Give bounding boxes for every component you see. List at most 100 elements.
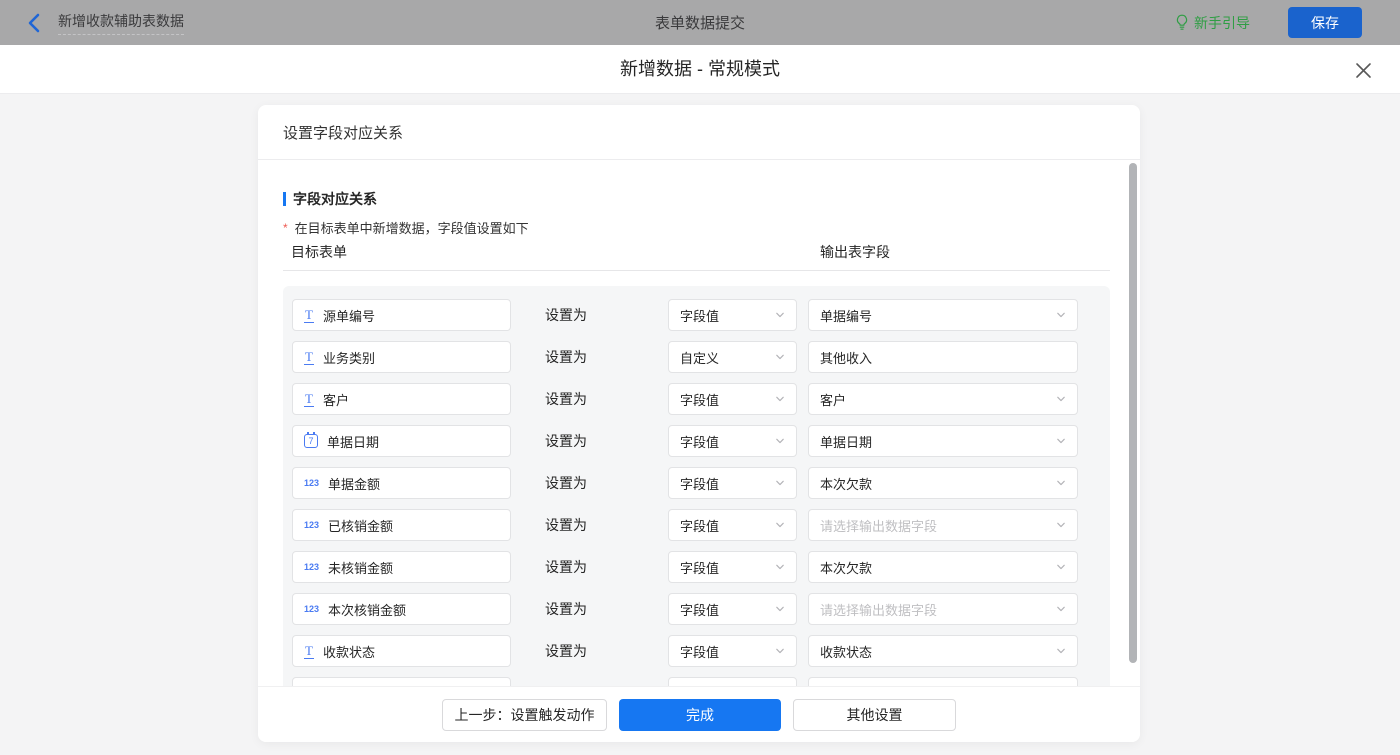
- chevron-down-icon: [1056, 520, 1066, 530]
- value-mode-select[interactable]: 字段值: [668, 467, 797, 499]
- number-field-icon: 123: [304, 520, 320, 530]
- value-mode-selected: 字段值: [680, 392, 720, 408]
- card-footer: 上一步：设置触发动作 完成 其他设置: [258, 686, 1140, 742]
- back-button[interactable]: [22, 12, 44, 34]
- output-field-select[interactable]: 本次欠款: [808, 467, 1078, 499]
- output-field-selected: 请选择输出数据字段: [820, 518, 938, 534]
- required-asterisk: *: [283, 220, 288, 235]
- value-mode-select[interactable]: 字段值: [668, 593, 797, 625]
- other-settings-button[interactable]: 其他设置: [793, 698, 956, 731]
- lightbulb-icon: [1176, 14, 1188, 30]
- chevron-down-icon: [775, 352, 785, 362]
- section-note-text: 在目标表单中新增数据，字段值设置如下: [294, 221, 529, 236]
- modal-title: 新增数据 - 常规模式: [620, 59, 780, 79]
- column-header-output-fields: 输出表字段: [820, 244, 890, 260]
- target-field-label: 单据日期: [327, 434, 380, 450]
- number-field-icon: 123: [304, 478, 320, 488]
- field-mapping-rows: T 源单编号 设置为 字段值 单据编号 T 业务类别 设置为 自定义 其他收入 …: [283, 286, 1110, 686]
- output-field-select[interactable]: 本次欠款: [808, 551, 1078, 583]
- target-field-box: 123 单据金额: [292, 467, 511, 499]
- date-field-icon: 7: [304, 432, 318, 448]
- output-field-selected: 请选择输出数据字段: [820, 602, 938, 618]
- target-field-label: 未核销金额: [328, 560, 394, 576]
- output-field-select[interactable]: 客户: [808, 383, 1078, 415]
- output-field-select[interactable]: 收款状态: [808, 635, 1078, 667]
- set-as-label: 设置为: [545, 307, 587, 323]
- close-icon: [1355, 62, 1371, 78]
- value-mode-select[interactable]: 字段值: [668, 635, 797, 667]
- set-as-label: 设置为: [545, 559, 587, 575]
- value-mode-select[interactable]: 字段值: [668, 425, 797, 457]
- value-mode-select[interactable]: 字段值: [668, 551, 797, 583]
- number-field-icon: 123: [304, 562, 320, 572]
- output-field-select[interactable]: [808, 677, 1078, 686]
- chevron-down-icon: [1056, 646, 1066, 656]
- section-accent-bar: [283, 192, 286, 206]
- beginner-guide-button[interactable]: 新手引导: [1175, 13, 1250, 33]
- set-as-label: 设置为: [545, 643, 587, 659]
- output-field-select[interactable]: 请选择输出数据字段: [808, 509, 1078, 541]
- output-field-selected: 客户: [820, 392, 847, 408]
- set-as-label: 设置为: [545, 349, 587, 365]
- chevron-down-icon: [1056, 310, 1066, 320]
- table-row: 7 单据日期 设置为 字段值 单据日期: [292, 425, 1110, 457]
- text-field-icon: T: [304, 306, 314, 323]
- table-row: 123 单据金额 设置为 字段值 本次欠款: [292, 467, 1110, 499]
- save-button[interactable]: 保存: [1288, 7, 1362, 38]
- chevron-down-icon: [775, 646, 785, 656]
- output-value-input[interactable]: 其他收入: [808, 341, 1078, 373]
- value-mode-selected: 自定义: [680, 350, 720, 366]
- set-as-label: 设置为: [545, 601, 587, 617]
- value-mode-select[interactable]: 字段值: [668, 509, 797, 541]
- target-field-label: 业务类别: [322, 350, 375, 366]
- set-as-label: 设置为: [545, 391, 587, 407]
- target-field-box: 123 已核销金额: [292, 509, 511, 541]
- modal-header: 新增数据 - 常规模式: [0, 45, 1400, 94]
- text-field-icon: T: [304, 642, 314, 659]
- target-field-box: 123 本次核销金额: [292, 593, 511, 625]
- chevron-down-icon: [1056, 604, 1066, 614]
- previous-step-button[interactable]: 上一步：设置触发动作: [442, 698, 607, 731]
- output-field-selected: 本次欠款: [820, 476, 873, 492]
- set-as-label: 设置为: [545, 475, 587, 491]
- output-field-selected: 其他收入: [820, 350, 873, 366]
- field-mapping-card: 设置字段对应关系 字段对应关系 * 在目标表单中新增数据，字段值设置如下 目标表…: [258, 105, 1140, 742]
- scrollbar-thumb[interactable]: [1129, 163, 1137, 663]
- output-field-select[interactable]: 单据日期: [808, 425, 1078, 457]
- chevron-down-icon: [775, 520, 785, 530]
- section-title: 字段对应关系: [283, 189, 1140, 209]
- flow-name-label[interactable]: 新增收款辅助表数据: [58, 11, 184, 35]
- done-button[interactable]: 完成: [619, 698, 781, 731]
- value-mode-select[interactable]: 字段值: [668, 299, 797, 331]
- value-mode-selected: 字段值: [680, 644, 720, 660]
- table-row: T 客户 设置为 字段值 客户: [292, 383, 1110, 415]
- target-field-box: T 收款状态: [292, 635, 511, 667]
- value-mode-select[interactable]: 自定义: [668, 341, 797, 373]
- text-field-icon: T: [304, 390, 314, 407]
- target-field-box: T 业务类别: [292, 341, 511, 373]
- output-field-selected: 单据编号: [820, 308, 873, 324]
- text-field-icon: T: [304, 348, 314, 365]
- value-mode-selected: 字段值: [680, 602, 720, 618]
- target-field-label: 已核销金额: [328, 518, 394, 534]
- target-field-label: 本次核销金额: [328, 602, 407, 618]
- table-row: 123 已核销金额 设置为 字段值 请选择输出数据字段: [292, 509, 1110, 541]
- back-chevron-icon: [28, 13, 39, 32]
- chevron-down-icon: [775, 436, 785, 446]
- output-field-selected: 收款状态: [820, 644, 873, 660]
- set-as-label: 设置为: [545, 433, 587, 449]
- beginner-guide-label: 新手引导: [1194, 14, 1250, 31]
- section-title-label: 字段对应关系: [293, 191, 377, 207]
- table-row-partial: [292, 677, 1110, 686]
- value-mode-selected: 字段值: [680, 476, 720, 492]
- output-field-select[interactable]: 单据编号: [808, 299, 1078, 331]
- value-mode-select[interactable]: 字段值: [668, 383, 797, 415]
- target-field-box: T 客户: [292, 383, 511, 415]
- value-mode-selected: 字段值: [680, 308, 720, 324]
- output-field-select[interactable]: 请选择输出数据字段: [808, 593, 1078, 625]
- column-headers: 目标表单 输出表字段: [283, 243, 1110, 271]
- value-mode-select[interactable]: [668, 677, 797, 686]
- section-note: * 在目标表单中新增数据，字段值设置如下: [283, 218, 1140, 237]
- table-row: 123 未核销金额 设置为 字段值 本次欠款: [292, 551, 1110, 583]
- close-button[interactable]: [1352, 59, 1374, 81]
